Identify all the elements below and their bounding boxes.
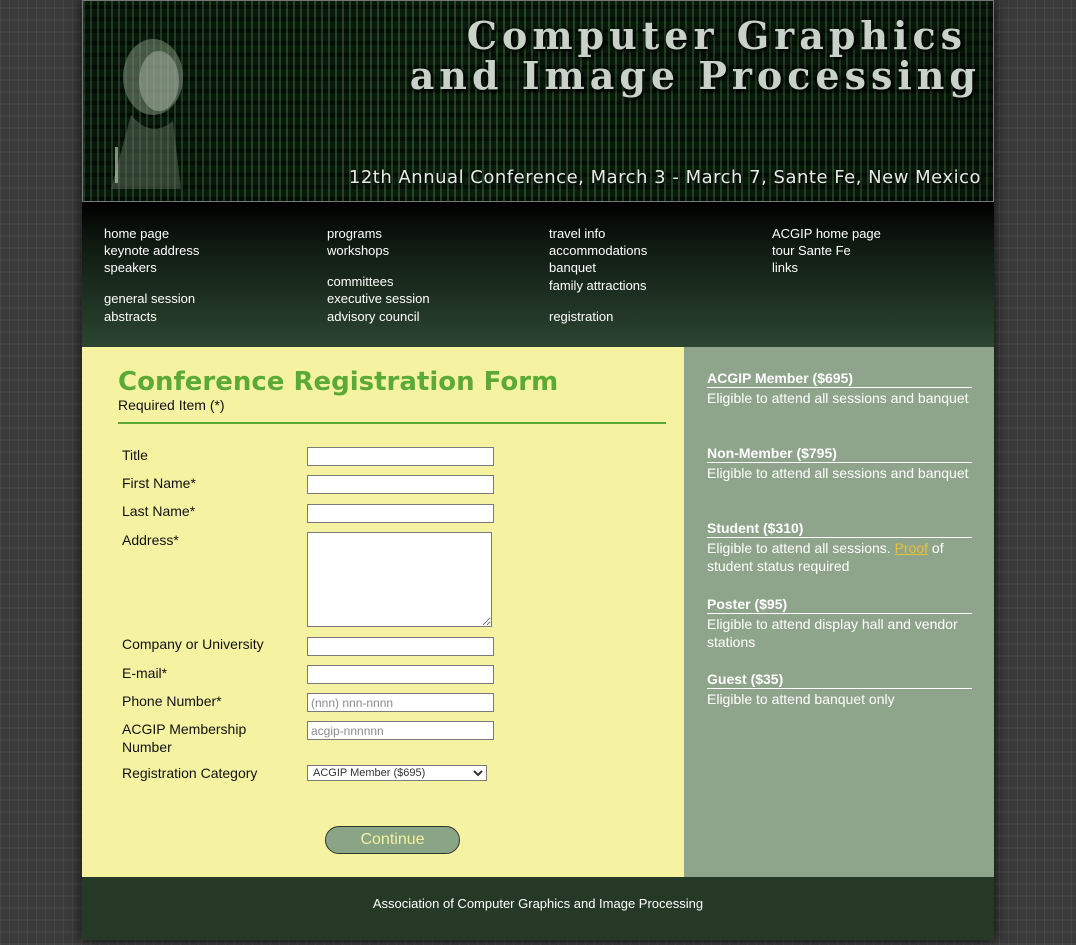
label-title: Title [122,447,148,463]
registration-categories-sidebar: ACGIP Member ($695) Eligible to attend a… [684,347,994,877]
category-name: Non-Member ($795) [707,445,972,463]
nav-link-acgip-home-page[interactable]: ACGIP home page [772,226,881,241]
category-item: Student ($310) Eligible to attend all se… [707,520,972,575]
label-address: Address* [122,532,179,548]
footer-text: Association of Computer Graphics and Ima… [372,896,704,911]
company-input[interactable] [307,637,494,656]
nav-column-3: travel info accommodations banquet famil… [549,202,769,347]
nav-link-workshops[interactable]: workshops [327,243,389,258]
category-name: Student ($310) [707,520,972,538]
label-first-name: First Name* [122,475,196,491]
last-name-input[interactable] [307,504,494,523]
page: Computer Graphics and Image Processing 1… [82,0,994,940]
nav-link-links[interactable]: links [772,260,798,275]
category-description-text: Eligible to attend all sessions. [707,540,895,556]
nav-link-executive-session[interactable]: executive session [327,291,430,306]
registration-category-select[interactable]: ACGIP Member ($695) [307,765,487,781]
nav-link-keynote-address[interactable]: keynote address [104,243,199,258]
required-note: Required Item (*) [118,397,225,413]
category-item: ACGIP Member ($695) Eligible to attend a… [707,370,972,407]
label-phone: Phone Number* [122,693,222,709]
phone-input[interactable] [307,693,494,712]
banner-title-line1: Computer Graphics [466,13,967,58]
nav-link-family-attractions[interactable]: family attractions [549,278,647,293]
continue-button[interactable]: Continue [325,826,460,854]
category-name: Poster ($95) [707,596,972,614]
nav-link-committees[interactable]: committees [327,274,393,289]
category-item: Poster ($95) Eligible to attend display … [707,596,972,651]
portrait-image [111,39,183,189]
label-company: Company or University [122,636,264,652]
nav-link-banquet[interactable]: banquet [549,260,596,275]
category-description: Eligible to attend display hall and vend… [707,616,958,650]
title-input[interactable] [307,447,494,466]
label-membership-number: ACGIP Membership Number [122,721,247,755]
registration-form-panel: Conference Registration Form Required It… [82,347,684,877]
category-name: Guest ($35) [707,671,972,689]
label-registration-category: Registration Category [122,765,258,781]
nav-link-advisory-council[interactable]: advisory council [327,309,420,324]
nav-link-registration[interactable]: registration [549,309,613,324]
nav-column-1: home page keynote address speakers gener… [104,202,324,347]
email-input[interactable] [307,665,494,684]
title-divider [118,422,666,424]
nav-column-4: ACGIP home page tour Sante Fe links [772,202,992,347]
category-name: ACGIP Member ($695) [707,370,972,388]
nav-link-general-session[interactable]: general session [104,291,195,306]
address-textarea[interactable] [307,532,492,627]
banner-subtitle: 12th Annual Conference, March 3 - March … [348,167,981,188]
label-email: E-mail* [122,665,168,681]
category-description: Eligible to attend all sessions. Proof o… [707,539,972,575]
main-navigation: home page keynote address speakers gener… [82,202,994,347]
page-title: Conference Registration Form [118,367,559,397]
category-description: Eligible to attend all sessions and banq… [707,465,969,481]
label-last-name: Last Name* [122,503,196,519]
nav-column-2: programs workshops committees executive … [327,202,547,347]
nav-link-programs[interactable]: programs [327,226,382,241]
category-item: Guest ($35) Eligible to attend banquet o… [707,671,972,708]
page-footer: Association of Computer Graphics and Ima… [82,877,994,940]
nav-link-home-page[interactable]: home page [104,226,169,241]
first-name-input[interactable] [307,475,494,494]
header-banner: Computer Graphics and Image Processing 1… [82,0,994,202]
category-item: Non-Member ($795) Eligible to attend all… [707,445,972,482]
category-description: Eligible to attend all sessions and banq… [707,390,969,406]
nav-link-tour-sante-fe[interactable]: tour Sante Fe [772,243,851,258]
nav-link-speakers[interactable]: speakers [104,260,157,275]
category-description: Eligible to attend banquet only [707,691,895,707]
proof-link[interactable]: Proof [895,540,928,556]
nav-link-abstracts[interactable]: abstracts [104,309,157,324]
membership-number-input[interactable] [307,721,494,740]
banner-title-line2: and Image Processing [409,53,981,98]
nav-link-travel-info[interactable]: travel info [549,226,605,241]
nav-link-accommodations[interactable]: accommodations [549,243,647,258]
